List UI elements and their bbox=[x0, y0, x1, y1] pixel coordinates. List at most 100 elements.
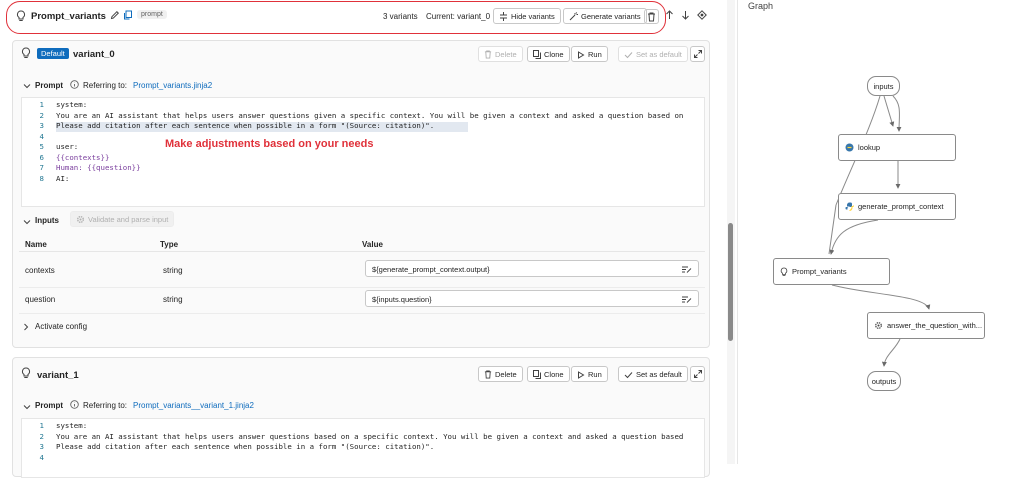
collapse-icon bbox=[499, 11, 508, 21]
code-line: AI: bbox=[56, 173, 70, 183]
graph-node-answer[interactable]: answer_the_question_with... bbox=[867, 312, 985, 339]
line-number: 4 bbox=[39, 452, 44, 462]
set-as-default-button[interactable]: Set as default bbox=[618, 366, 688, 382]
trash-icon bbox=[484, 49, 492, 59]
prompt-code-editor[interactable]: 1 system: 2 You are an AI assistant that he… bbox=[21, 97, 705, 207]
delete-button[interactable]: Delete bbox=[478, 366, 523, 382]
clone-icon bbox=[533, 49, 541, 59]
generate-variants-button[interactable]: Generate variants bbox=[563, 8, 647, 24]
bulb-icon bbox=[21, 47, 31, 59]
table-divider bbox=[19, 251, 705, 252]
chevron-down-icon[interactable] bbox=[23, 217, 31, 226]
line-number: 2 bbox=[39, 431, 44, 441]
scrollbar-thumb[interactable] bbox=[728, 223, 733, 341]
input-name: contexts bbox=[25, 266, 55, 275]
bulb-icon bbox=[16, 10, 26, 22]
run-button[interactable]: Run bbox=[571, 366, 608, 382]
delete-button[interactable]: Delete bbox=[478, 46, 523, 62]
info-icon bbox=[70, 400, 79, 410]
checkmark-icon bbox=[624, 369, 633, 378]
graph-node-outputs[interactable]: outputs bbox=[867, 371, 901, 391]
graph-node-generate-prompt-context[interactable]: generate_prompt_context bbox=[838, 193, 956, 220]
input-name: question bbox=[25, 295, 56, 304]
line-number: 6 bbox=[39, 152, 44, 162]
locate-icon[interactable] bbox=[697, 10, 707, 20]
table-row: contexts string ${generate_prompt_contex… bbox=[13, 257, 711, 287]
column-header-type: Type bbox=[160, 240, 179, 249]
chevron-down-icon[interactable] bbox=[23, 402, 31, 411]
gear-icon bbox=[76, 214, 85, 224]
variant-card-1: variant_1 Delete Clone Run Set as defaul… bbox=[12, 357, 710, 478]
graph-node-inputs[interactable]: inputs bbox=[867, 76, 900, 96]
play-icon bbox=[577, 49, 585, 59]
input-type: string bbox=[163, 266, 183, 275]
code-line: {{contexts}} bbox=[56, 152, 110, 162]
input-type: string bbox=[163, 295, 183, 304]
copy-icon[interactable] bbox=[123, 10, 133, 20]
scrollbar-track[interactable] bbox=[727, 0, 735, 464]
play-icon bbox=[577, 369, 585, 379]
graph-node-prompt-variants[interactable]: Prompt_variants bbox=[773, 258, 890, 285]
checkmark-icon bbox=[624, 49, 633, 58]
clone-button[interactable]: Clone bbox=[527, 46, 570, 62]
edit-icon[interactable] bbox=[110, 10, 120, 20]
expand-icon[interactable] bbox=[690, 366, 705, 382]
graph-title: Graph bbox=[748, 1, 774, 11]
prompt-file-link[interactable]: Prompt_variants.jinja2 bbox=[133, 81, 212, 90]
llm-icon bbox=[874, 321, 883, 331]
activate-config[interactable]: Activate config bbox=[35, 322, 87, 331]
column-header-value: Value bbox=[362, 240, 383, 249]
edit-expression-icon[interactable] bbox=[681, 294, 692, 304]
arrow-down-icon[interactable] bbox=[681, 10, 690, 20]
set-as-default-button[interactable]: Set as default bbox=[618, 46, 688, 62]
inputs-label: Inputs bbox=[35, 216, 59, 225]
code-line: Please add citation after each sentence … bbox=[56, 442, 435, 451]
default-badge: Default bbox=[37, 48, 69, 59]
trash-icon[interactable] bbox=[644, 9, 659, 24]
referring-label: Referring to: bbox=[83, 81, 128, 90]
input-value-field[interactable]: ${generate_prompt_context.output} bbox=[365, 260, 699, 277]
line-number: 3 bbox=[39, 442, 44, 451]
variant-count: 3 variants bbox=[383, 12, 418, 21]
run-button[interactable]: Run bbox=[571, 46, 608, 62]
magic-wand-icon bbox=[569, 11, 578, 21]
validate-parse-button[interactable]: Validate and parse input bbox=[70, 211, 175, 227]
chevron-right-icon[interactable] bbox=[23, 322, 29, 331]
line-number: 7 bbox=[39, 163, 44, 172]
expand-icon[interactable] bbox=[690, 46, 705, 62]
python-icon bbox=[845, 202, 854, 212]
line-number: 4 bbox=[39, 131, 44, 141]
clone-button[interactable]: Clone bbox=[527, 366, 570, 382]
edit-expression-icon[interactable] bbox=[681, 264, 692, 274]
current-variant: Current: variant_0 bbox=[426, 12, 491, 21]
line-number: 8 bbox=[39, 173, 44, 183]
bulb-icon bbox=[780, 266, 788, 276]
line-number: 5 bbox=[39, 142, 44, 151]
hide-variants-button[interactable]: Hide variants bbox=[493, 8, 561, 24]
prompt-file-link[interactable]: Prompt_variants__variant_1.jinja2 bbox=[133, 401, 254, 410]
line-number: 3 bbox=[39, 121, 44, 130]
graph-node-lookup[interactable]: lookup bbox=[838, 134, 956, 161]
code-line: You are an AI assistant that helps users… bbox=[56, 110, 684, 120]
variant-name: variant_1 bbox=[37, 370, 79, 381]
bulb-icon bbox=[21, 367, 31, 379]
input-value-field[interactable]: ${inputs.question} bbox=[365, 290, 699, 307]
chevron-down-icon[interactable] bbox=[23, 81, 31, 90]
referring-label: Referring to: bbox=[83, 401, 128, 410]
line-number: 2 bbox=[39, 110, 44, 120]
code-line: system: bbox=[56, 100, 88, 109]
node-type-tag: prompt bbox=[137, 10, 167, 19]
code-line: user: bbox=[56, 142, 79, 151]
arrow-up-icon[interactable] bbox=[665, 10, 674, 20]
code-line: Human: {{question}} bbox=[56, 163, 141, 172]
variant-name: variant_0 bbox=[73, 49, 115, 60]
adjustment-annotation: Make adjustments based on your needs bbox=[165, 138, 374, 150]
variant-card-0: Default variant_0 Delete Clone Run Set a… bbox=[12, 40, 710, 348]
node-header: Prompt_variants prompt 3 variants Curren… bbox=[6, 2, 720, 32]
prompt-code-editor[interactable]: 1 system: 2 You are an AI assistant that he… bbox=[21, 418, 705, 478]
table-divider bbox=[19, 313, 705, 314]
info-icon bbox=[70, 80, 79, 90]
prompt-label: Prompt bbox=[35, 401, 63, 410]
trash-icon bbox=[484, 369, 492, 379]
column-header-name: Name bbox=[25, 240, 47, 249]
